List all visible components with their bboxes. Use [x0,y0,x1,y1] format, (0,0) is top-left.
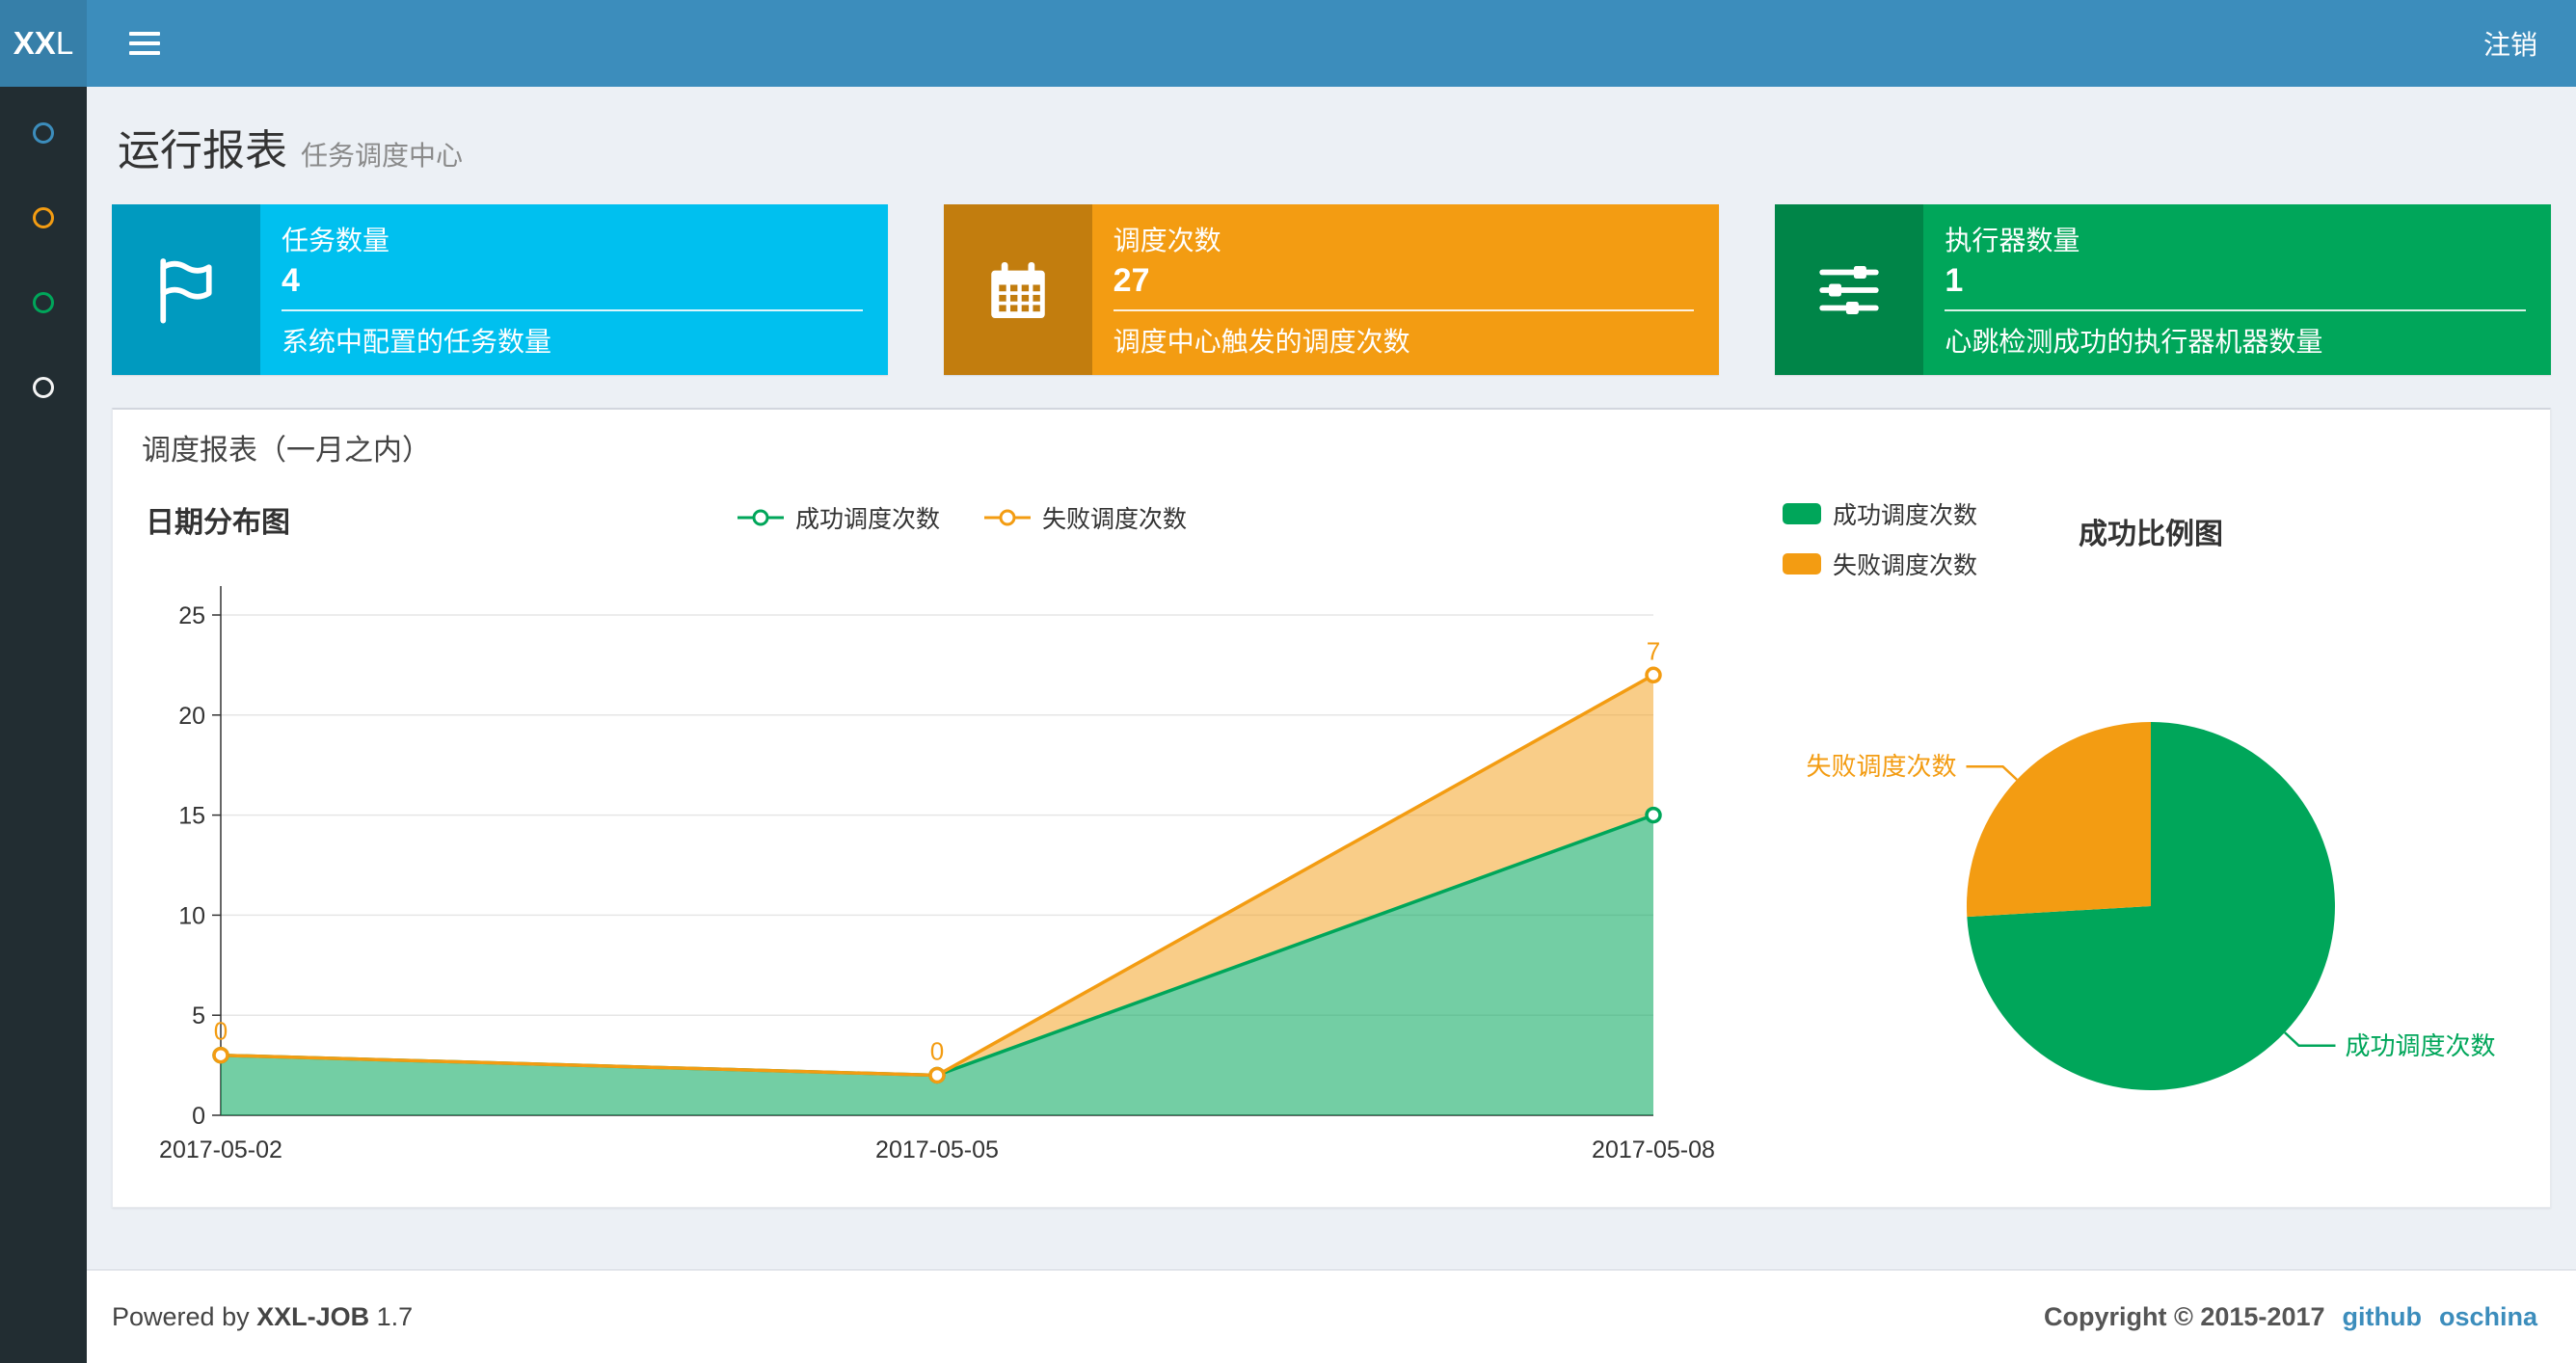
info-box-value: 27 [1113,262,1150,299]
svg-text:10: 10 [178,902,205,929]
sidebar-item-2-circle-icon[interactable] [33,207,54,228]
svg-text:20: 20 [178,703,205,730]
navbar-content: 注销 [87,0,2576,87]
powered-by-text: Powered by [112,1301,250,1331]
footer: Powered by XXL-JOB 1.7 Copyright © 2015-… [87,1269,2576,1363]
info-box-body: 调度次数 27 调度中心触发的调度次数 [1092,204,1720,375]
info-box-triggers: 调度次数 27 调度中心触发的调度次数 [943,204,1720,375]
svg-text:失败调度次数: 失败调度次数 [1806,752,1956,781]
svg-text:7: 7 [1647,636,1660,665]
legend-label: 失败调度次数 [1833,552,1978,579]
svg-text:成功调度次数: 成功调度次数 [2346,1031,2496,1060]
svg-text:5: 5 [192,1002,205,1029]
success-ratio-chart: 成功调度次数 失败调度次数 成功比例图 成功调度次数 失败调度次数 [1781,485,2521,1171]
info-box-body: 任务数量 4 系统中配置的任务数量 [260,204,888,375]
flag-icon [160,257,212,324]
info-box-executors: 执行器数量 1 心跳检测成功的执行器机器数量 [1775,204,2552,375]
sidebar-item-3-circle-icon[interactable] [33,292,54,313]
pie-chart-svg: 成功调度次数 失败调度次数 [1806,722,2496,1090]
svg-text:15: 15 [178,803,205,830]
sidebar-toggle-icon[interactable] [120,22,170,65]
logo-light: L [55,25,74,61]
legend-label: 失败调度次数 [1042,506,1188,533]
svg-text:2017-05-05: 2017-05-05 [875,1136,999,1163]
sliders-icon [1819,265,1880,314]
legend-item-fail[interactable]: 失败调度次数 [1783,547,1977,581]
footer-right: Copyright © 2015-2017 github oschina [2044,1302,2537,1332]
info-box-jobs: 任务数量 4 系统中配置的任务数量 [112,204,888,375]
hamburger-bar [129,51,160,55]
legend-item-fail[interactable]: 失败调度次数 [982,500,1187,535]
line-chart-legend: 成功调度次数 失败调度次数 [736,500,1187,535]
svg-text:2017-05-08: 2017-05-08 [1592,1136,1715,1163]
app-root: XX L 注销 运行报表 任务调度中心 任务数量 4 系统中配置的任务数量 调度… [0,0,2576,1363]
content-wrapper: 运行报表 任务调度中心 任务数量 4 系统中配置的任务数量 调度次数 27 调度… [87,87,2576,1269]
footer-left: Powered by XXL-JOB 1.7 [112,1302,413,1332]
content-header: 运行报表 任务调度中心 [112,87,2551,197]
info-box-title: 调度次数 [1113,226,1221,255]
line-chart-svg: 05101520252017-05-02 2017-05-05 2017-05-08… [159,586,1715,1163]
legend-swatch-fail [1783,553,1821,575]
sidebar [0,87,87,1363]
page-title: 运行报表 [118,127,287,174]
legend-item-success[interactable]: 成功调度次数 [736,500,940,535]
hamburger-bar [129,41,160,45]
svg-text:0: 0 [192,1103,205,1130]
info-box-icon-area [943,204,1092,375]
svg-text:0: 0 [930,1036,944,1065]
date-distribution-chart: 日期分布图 成功调度次数 失败调度次数 0 5 10 15 20 25 2017… [142,485,1781,1171]
info-box-desc: 系统中配置的任务数量 [282,327,552,357]
legend-label: 成功调度次数 [1833,502,1978,529]
info-box-title: 任务数量 [282,226,390,255]
info-box-divider [1945,309,2527,311]
github-link[interactable]: github [2343,1302,2422,1332]
report-panel-title: 调度报表（一月之内） [142,435,431,467]
legend-swatch-success [1783,503,1821,524]
info-box-title: 执行器数量 [1945,226,2080,255]
oschina-link[interactable]: oschina [2439,1302,2537,1332]
line-chart-title: 日期分布图 [146,507,290,539]
sidebar-item-1-circle-icon[interactable] [33,122,54,144]
legend-item-success[interactable]: 成功调度次数 [1783,496,1977,531]
charts-row: 日期分布图 成功调度次数 失败调度次数 0 5 10 15 20 25 2017… [142,485,2521,1171]
line-legend-fail-icon [984,509,1031,526]
calendar-icon [990,261,1045,318]
info-box-value: 1 [1945,262,1964,299]
info-box-icon-area [112,204,260,375]
svg-text:2017-05-02: 2017-05-02 [159,1136,282,1163]
info-box-icon-area [1775,204,1924,375]
page-subtitle: 任务调度中心 [301,141,464,171]
info-box-desc: 调度中心触发的调度次数 [1113,327,1410,357]
logo[interactable]: XX L [0,0,87,87]
info-box-divider [1113,309,1695,311]
line-chart-header: 日期分布图 成功调度次数 失败调度次数 [142,485,1781,545]
info-box-divider [282,309,863,311]
svg-text:0: 0 [214,1017,228,1046]
info-box-value: 4 [282,262,300,299]
logo-bold: XX [13,25,56,61]
svg-text:25: 25 [178,602,205,629]
legend-label: 成功调度次数 [794,506,940,533]
info-box-body: 执行器数量 1 心跳检测成功的执行器机器数量 [1923,204,2551,375]
hamburger-bar [129,32,160,36]
line-legend-success-icon [737,509,784,526]
logout-link[interactable]: 注销 [2483,24,2537,63]
sidebar-item-4-circle-icon[interactable] [33,377,54,398]
brand-name: XXL-JOB [256,1301,370,1331]
version-text: 1.7 [376,1301,414,1331]
navbar: XX L 注销 [0,0,2576,87]
info-box-row: 任务数量 4 系统中配置的任务数量 调度次数 27 调度中心触发的调度次数 执行… [112,204,2552,375]
copyright-text: Copyright © 2015-2017 [2043,1301,2325,1331]
pie-chart-legend: 成功调度次数 失败调度次数 [1783,496,1977,581]
report-panel: 调度报表（一月之内） 日期分布图 成功调度次数 失败调度次数 0 5 10 15… [112,408,2551,1208]
info-box-desc: 心跳检测成功的执行器机器数量 [1945,327,2323,357]
